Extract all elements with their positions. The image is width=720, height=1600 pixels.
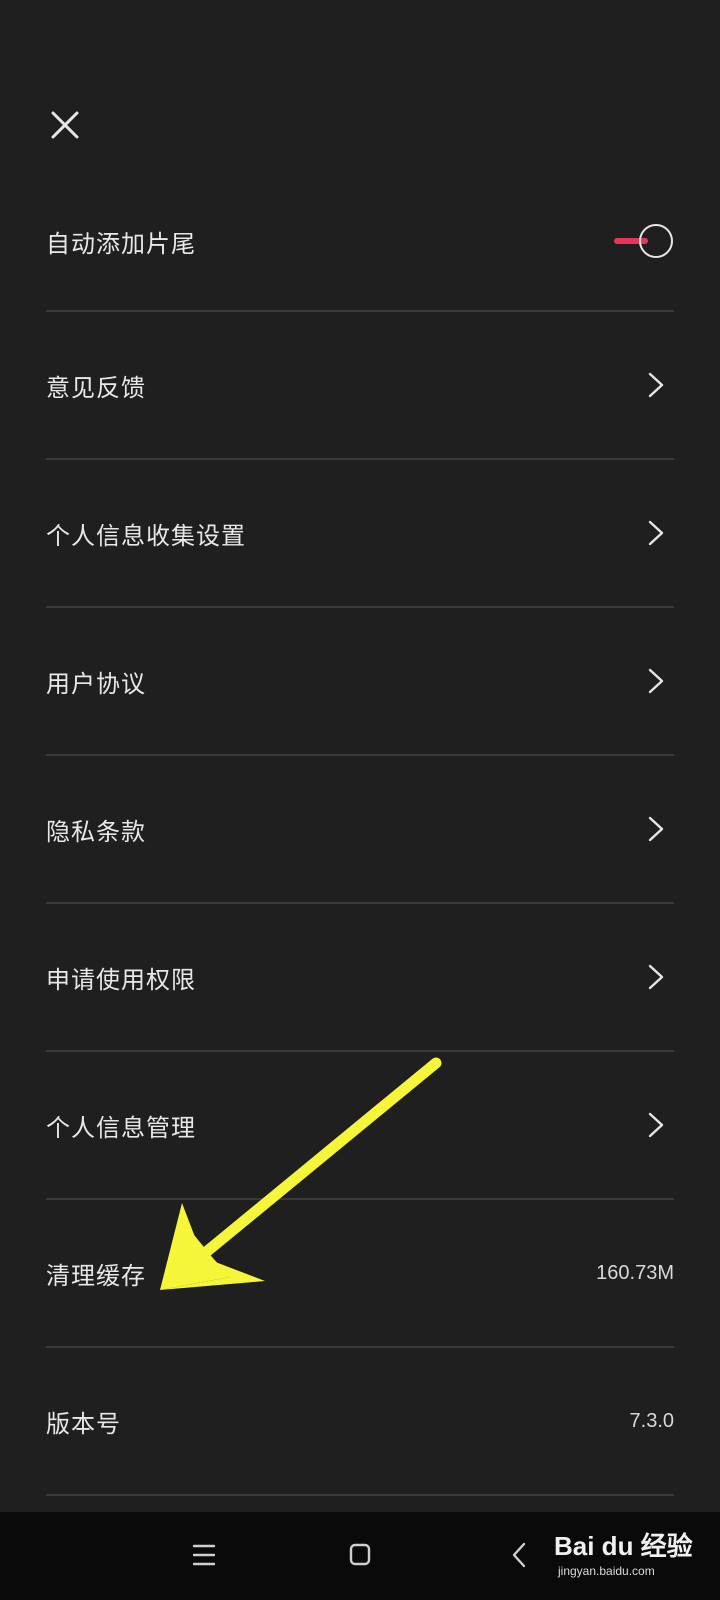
setting-label: 个人信息管理 bbox=[46, 1113, 196, 1142]
version-value: 7.3.0 bbox=[629, 1409, 674, 1432]
setting-label: 自动添加片尾 bbox=[46, 229, 196, 258]
setting-clear-cache[interactable]: 清理缓存 160.73M bbox=[46, 1200, 674, 1348]
setting-user-agreement[interactable]: 用户协议 bbox=[46, 608, 674, 756]
setting-personal-info-management[interactable]: 个人信息管理 bbox=[46, 1052, 674, 1200]
back-icon bbox=[512, 1542, 526, 1568]
toggle-knob bbox=[639, 224, 673, 258]
chevron-right-icon bbox=[648, 372, 664, 398]
back-button[interactable] bbox=[500, 1538, 540, 1572]
close-button[interactable] bbox=[46, 106, 84, 144]
chevron-right-icon bbox=[648, 520, 664, 546]
setting-label: 隐私条款 bbox=[46, 817, 146, 846]
setting-label: 申请使用权限 bbox=[46, 965, 196, 994]
chevron-right-icon bbox=[648, 816, 664, 842]
chevron-right-icon bbox=[648, 964, 664, 990]
setting-label: 意见反馈 bbox=[46, 373, 146, 402]
cache-size-value: 160.73M bbox=[596, 1261, 674, 1284]
setting-label: 用户协议 bbox=[46, 669, 146, 698]
chevron-right-icon bbox=[648, 1112, 664, 1138]
watermark-site: jingyan.baidu.com bbox=[558, 1564, 655, 1578]
setting-feedback[interactable]: 意见反馈 bbox=[46, 312, 674, 460]
setting-personal-info-collection[interactable]: 个人信息收集设置 bbox=[46, 460, 674, 608]
close-icon bbox=[51, 111, 79, 139]
home-button[interactable] bbox=[340, 1538, 380, 1572]
baidu-jingyan-watermark: Bai du 经验 jingyan.baidu.com bbox=[554, 1520, 694, 1586]
setting-permissions[interactable]: 申请使用权限 bbox=[46, 904, 674, 1052]
setting-label: 版本号 bbox=[46, 1409, 121, 1438]
chevron-right-icon bbox=[648, 668, 664, 694]
setting-privacy-terms[interactable]: 隐私条款 bbox=[46, 756, 674, 904]
setting-version: 版本号 7.3.0 bbox=[46, 1348, 674, 1496]
setting-label: 个人信息收集设置 bbox=[46, 521, 246, 550]
setting-auto-outro[interactable]: 自动添加片尾 bbox=[46, 172, 674, 312]
home-square-icon bbox=[349, 1543, 371, 1566]
setting-label: 清理缓存 bbox=[46, 1261, 146, 1290]
recent-apps-button[interactable] bbox=[184, 1538, 224, 1572]
settings-list: 自动添加片尾 意见反馈 个人信息收集设置 用户协议 隐私条款 申请使用权限 个人… bbox=[46, 172, 674, 1496]
watermark-brand: Bai du 经验 bbox=[554, 1531, 693, 1561]
menu-icon bbox=[192, 1544, 216, 1566]
auto-outro-toggle[interactable] bbox=[612, 224, 674, 258]
